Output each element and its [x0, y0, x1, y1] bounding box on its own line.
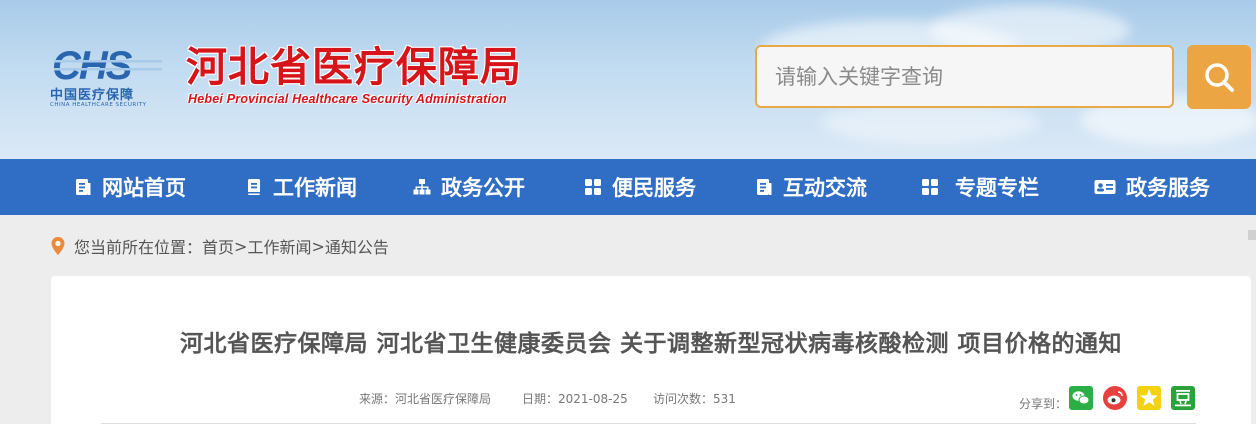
- article-card: 河北省医疗保障局 河北省卫生健康委员会 关于调整新型冠状病毒核酸检测 项目价格的…: [51, 276, 1251, 424]
- article-views: 访问次数：531: [653, 390, 736, 407]
- logo-cn-text: 中国医疗保障: [50, 88, 135, 103]
- nav-item-label: 互动交流: [783, 176, 867, 200]
- chs-logo[interactable]: CHS 中国医疗保障 CHINA HEALTHCARE SECURITY: [50, 46, 170, 116]
- share-label: 分享到：: [1019, 397, 1068, 411]
- article-date: 日期：2021-08-25: [522, 390, 628, 407]
- document-icon: [757, 179, 772, 195]
- source-value: 河北省医疗保障局: [395, 392, 492, 406]
- wechat-icon: [1069, 386, 1093, 410]
- source-label: 来源：: [359, 392, 396, 406]
- main-nav: 网站首页 工作新闻 政务公开 便民服务 互动交流 专题专栏 政务服务: [0, 159, 1256, 215]
- breadcrumb-item-notices[interactable]: 通知公告: [325, 234, 389, 258]
- douban-icon: [1171, 386, 1195, 410]
- search-button[interactable]: [1187, 45, 1251, 109]
- breadcrumb-item-home[interactable]: 首页: [202, 234, 234, 258]
- breadcrumb: 您当前所在位置： 首页 > 工作新闻 > 通知公告: [50, 232, 389, 260]
- views-value: 531: [713, 392, 736, 406]
- nav-item-special-topics[interactable]: 专题专栏: [921, 159, 1039, 215]
- header-banner: CHS 中国医疗保障 CHINA HEALTHCARE SECURITY 河北省…: [0, 0, 1256, 159]
- nav-item-label: 工作新闻: [273, 176, 357, 200]
- chs-logo-mark: CHS: [52, 46, 162, 84]
- id-card-icon: [1094, 180, 1116, 194]
- scrollbar-thumb[interactable]: [1248, 230, 1256, 240]
- share-wechat-button[interactable]: [1069, 386, 1093, 410]
- date-label: 日期：: [522, 392, 559, 406]
- breadcrumb-separator: >: [311, 236, 325, 256]
- date-value: 2021-08-25: [558, 392, 628, 406]
- breadcrumb-separator: >: [234, 236, 248, 256]
- location-pin-icon: [51, 237, 65, 255]
- nav-item-news[interactable]: 工作新闻: [245, 159, 357, 215]
- nav-item-label: 政务公开: [441, 176, 525, 200]
- grid-icon: [585, 179, 601, 195]
- nav-item-label: 便民服务: [612, 176, 696, 200]
- nav-item-label: 网站首页: [102, 176, 186, 200]
- nav-item-gov-affairs[interactable]: 政务公开: [413, 159, 525, 215]
- nav-item-label: 专题专栏: [955, 176, 1039, 200]
- article-title: 河北省医疗保障局 河北省卫生健康委员会 关于调整新型冠状病毒核酸检测 项目价格的…: [179, 331, 1123, 357]
- bookmark-icon: [248, 179, 260, 195]
- share-qzone-button[interactable]: [1137, 386, 1161, 410]
- nav-item-gov-services[interactable]: 政务服务: [1094, 159, 1210, 215]
- article-source: 来源：河北省医疗保障局: [359, 390, 491, 407]
- document-icon: [76, 179, 91, 195]
- weibo-icon: [1103, 386, 1127, 410]
- views-label: 访问次数：: [653, 392, 714, 406]
- grid-icon: [922, 179, 938, 195]
- svg-text:CHS: CHS: [52, 46, 133, 84]
- qzone-star-icon: [1137, 386, 1161, 410]
- breadcrumb-prefix: 您当前所在位置：: [74, 238, 203, 257]
- nav-item-services[interactable]: 便民服务: [584, 159, 696, 215]
- search-icon: [1205, 63, 1234, 92]
- share-douban-button[interactable]: [1171, 386, 1195, 410]
- site-subtitle: Hebei Provincial Healthcare Security Adm…: [188, 92, 507, 106]
- org-chart-icon: [413, 179, 431, 195]
- nav-item-interaction[interactable]: 互动交流: [755, 159, 867, 215]
- nav-item-home[interactable]: 网站首页: [74, 159, 186, 215]
- search-input[interactable]: [755, 45, 1174, 108]
- nav-item-label: 政务服务: [1126, 176, 1210, 200]
- breadcrumb-item-news[interactable]: 工作新闻: [247, 234, 311, 258]
- site-title[interactable]: 河北省医疗保障局: [186, 42, 522, 92]
- share-weibo-button[interactable]: [1103, 386, 1127, 410]
- logo-en-text: CHINA HEALTHCARE SECURITY: [50, 102, 147, 108]
